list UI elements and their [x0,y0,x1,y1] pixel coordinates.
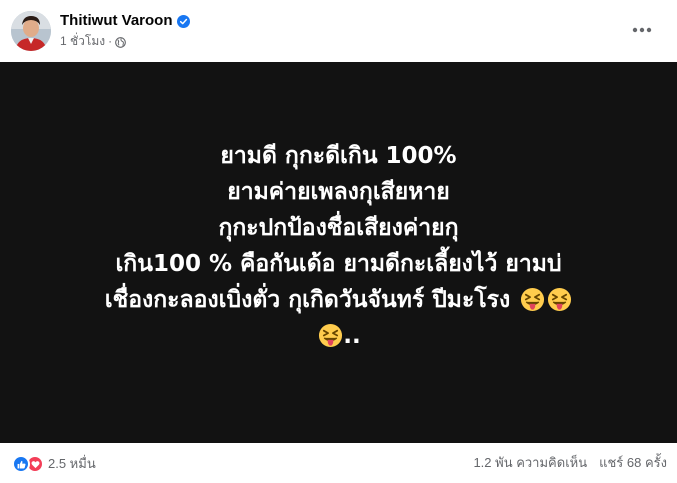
more-options-icon [632,20,652,38]
more-options-button[interactable] [627,14,657,44]
globe-icon[interactable] [115,36,126,48]
post-header: Thitiwut Varoon 1 ชั่วโมง · [0,0,677,62]
author-name[interactable]: Thitiwut Varoon [60,12,190,30]
squinting-tongue-emoji-icon [547,287,572,312]
post-text-line-text: เชื่องกะลองเบิ่งตั่ว กุเกิดวันจันทร์ ปีม… [104,286,511,313]
post-text-line: เกิน100 % คือกันเด้อ ยามดีกะเลี้ยงไว้ ยา… [115,250,562,277]
squinting-tongue-emoji-icon [520,287,545,312]
comments-count-link[interactable]: 1.2 พัน ความคิดเห็น [473,455,587,471]
author-name-text[interactable]: Thitiwut Varoon [60,12,173,30]
engagement-stats: 1.2 พัน ความคิดเห็น แชร์ 68 ครั้ง [473,455,667,471]
like-reaction-icon [12,455,30,473]
post-text-background[interactable]: ยามดี กุกะดีเกิน 100% ยามค่ายเพลงกุเสียห… [0,62,677,443]
post-timestamp[interactable]: 1 ชั่วโมง [60,33,105,49]
squinting-tongue-emoji-icon [318,323,343,348]
avatar[interactable] [11,11,51,51]
post-footer: 2.5 หมื่น 1.2 พัน ความคิดเห็น แชร์ 68 คร… [0,443,677,483]
reaction-count[interactable]: 2.5 หมื่น [48,456,96,472]
post-text-line-with-emoji: .. [19,318,659,354]
meta-separator: · [108,34,113,48]
post-meta: 1 ชั่วโมง · [60,33,126,49]
reactions-summary[interactable]: 2.5 หมื่น [12,455,96,473]
post-text-line: กุกะปกป้องชื่อเสียงค่ายกุ [218,214,459,241]
post-text: ยามดี กุกะดีเกิน 100% ยามค่ายเพลงกุเสียห… [19,138,659,354]
verified-badge-icon [176,14,190,28]
post-text-line-with-emoji: เชื่องกะลองเบิ่งตั่ว กุเกิดวันจันทร์ ปีม… [19,282,659,318]
post-text-line: ยามค่ายเพลงกุเสียหาย [227,178,450,205]
shares-count-link[interactable]: แชร์ 68 ครั้ง [599,455,667,471]
post-text-line-text: .. [343,322,361,349]
post-text-line: ยามดี กุกะดีเกิน 100% [220,142,457,169]
